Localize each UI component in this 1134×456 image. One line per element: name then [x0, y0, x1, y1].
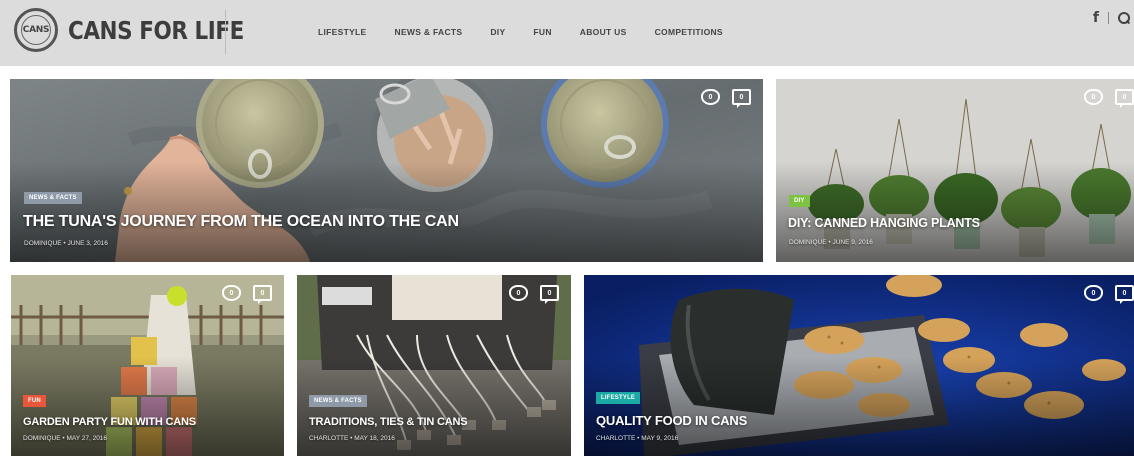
article-title[interactable]: TRADITIONS, TIES & TIN CANS: [309, 416, 468, 428]
article-meta: CHARLOTTE • MAY 18, 2016: [309, 435, 395, 442]
heart-icon[interactable]: 0: [509, 285, 528, 301]
logo-text: CANS FOR LIFE: [68, 15, 244, 45]
article-meta: DOMINIQUE • MAY 27, 2016: [23, 435, 108, 442]
card-actions: 0 0: [701, 89, 751, 108]
logo-icon: CANS: [14, 8, 58, 52]
nav-item-news-facts[interactable]: NEWS & FACTS: [395, 27, 463, 37]
article-card-tuna[interactable]: 0 0 NEWS & FACTS THE TUNA'S JOURNEY FROM…: [10, 79, 763, 262]
search-icon[interactable]: [1118, 12, 1130, 24]
image-overlay: [584, 275, 1134, 456]
comment-icon[interactable]: 0: [1115, 89, 1134, 108]
card-actions: 0 0: [509, 285, 559, 304]
nav-item-about-us[interactable]: ABOUT US: [580, 27, 627, 37]
heart-icon[interactable]: 0: [1084, 89, 1103, 105]
social-links: f: [1093, 10, 1130, 26]
comment-icon[interactable]: 0: [540, 285, 559, 304]
heart-icon[interactable]: 0: [222, 285, 241, 301]
article-card-plants[interactable]: 0 0 DIY DIY: CANNED HANGING PLANTS DOMIN…: [776, 79, 1134, 262]
article-meta: CHARLOTTE • MAY 9, 2016: [596, 435, 679, 442]
article-title[interactable]: DIY: CANNED HANGING PLANTS: [788, 216, 980, 230]
card-actions: 0 0: [1084, 285, 1134, 304]
logo-link[interactable]: CANS CANS FOR LIFE: [14, 8, 273, 52]
image-overlay: [10, 79, 763, 262]
nav-item-fun[interactable]: FUN: [533, 27, 551, 37]
heart-icon[interactable]: 0: [701, 89, 720, 105]
nav-item-diy[interactable]: DIY: [490, 27, 505, 37]
site-header: CANS CANS FOR LIFE LIFESTYLE NEWS & FACT…: [0, 0, 1134, 66]
facebook-icon[interactable]: f: [1093, 10, 1099, 26]
article-card-tin-cans[interactable]: 0 0 NEWS & FACTS TRADITIONS, TIES & TIN …: [297, 275, 571, 456]
article-card-garden-party[interactable]: 0 0 FUN GARDEN PARTY FUN WITH CANS DOMIN…: [11, 275, 284, 456]
header-divider: [225, 10, 226, 54]
heart-icon[interactable]: 0: [1084, 285, 1103, 301]
article-card-quality-food[interactable]: 0 0 LIFESTYLE QUALITY FOOD IN CANS CHARL…: [584, 275, 1134, 456]
article-title[interactable]: QUALITY FOOD IN CANS: [596, 413, 747, 428]
main-nav: LIFESTYLE NEWS & FACTS DIY FUN ABOUT US …: [318, 27, 751, 37]
social-divider: [1108, 12, 1109, 24]
image-overlay: [297, 275, 571, 456]
category-tag[interactable]: LIFESTYLE: [596, 392, 641, 404]
category-tag[interactable]: NEWS & FACTS: [24, 192, 82, 204]
comment-icon[interactable]: 0: [732, 89, 751, 108]
comment-icon[interactable]: 0: [253, 285, 272, 304]
nav-item-lifestyle[interactable]: LIFESTYLE: [318, 27, 367, 37]
category-tag[interactable]: FUN: [23, 395, 46, 407]
card-actions: 0 0: [222, 285, 272, 304]
image-overlay: [11, 275, 284, 456]
category-tag[interactable]: NEWS & FACTS: [309, 395, 367, 407]
comment-icon[interactable]: 0: [1115, 285, 1134, 304]
article-title[interactable]: GARDEN PARTY FUN WITH CANS: [23, 416, 196, 428]
article-meta: DOMINIQUE • JUNE 9, 2016: [789, 239, 873, 246]
nav-item-competitions[interactable]: COMPETITIONS: [655, 27, 723, 37]
article-title[interactable]: THE TUNA'S JOURNEY FROM THE OCEAN INTO T…: [23, 213, 459, 231]
article-meta: DOMINIQUE • JUNE 3, 2016: [24, 240, 108, 247]
logo-mark-text: CANS: [22, 25, 50, 35]
card-actions: 0 0: [1084, 89, 1134, 108]
image-overlay: [776, 79, 1134, 262]
category-tag[interactable]: DIY: [789, 195, 810, 207]
